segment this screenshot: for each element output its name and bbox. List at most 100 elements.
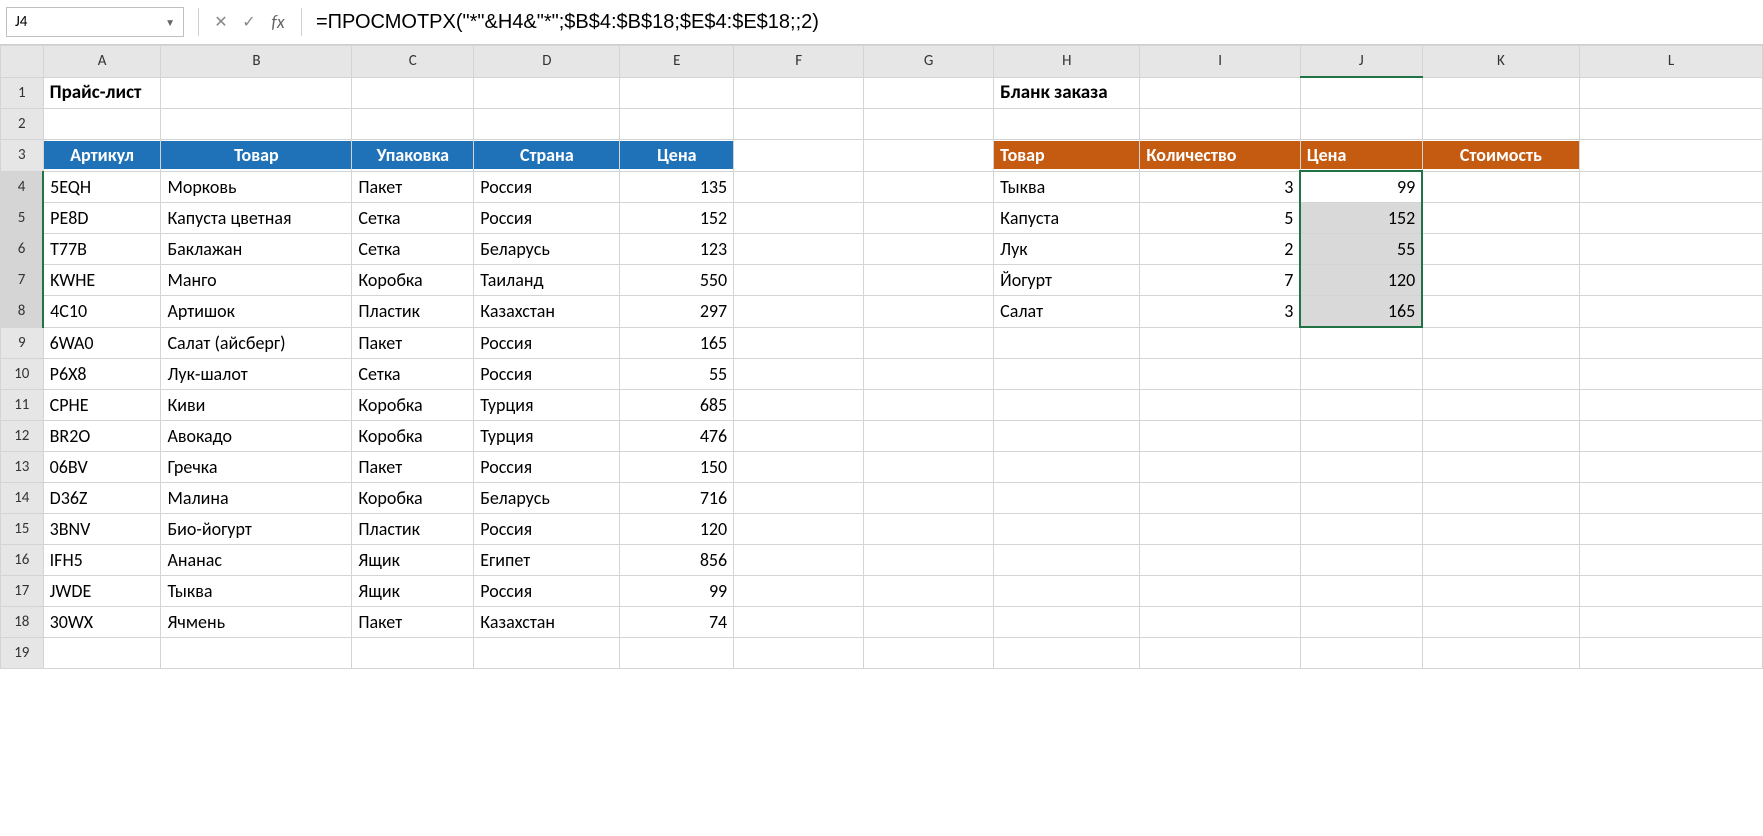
col-header-L[interactable]: L xyxy=(1580,46,1763,78)
cell-J9[interactable] xyxy=(1300,327,1422,359)
cell-E9[interactable]: 165 xyxy=(620,327,734,359)
cell-J14[interactable] xyxy=(1300,483,1422,514)
cancel-formula-button[interactable]: ✕ xyxy=(207,12,235,32)
cell-I1[interactable] xyxy=(1140,77,1300,109)
cell-E10[interactable]: 55 xyxy=(620,359,734,390)
cell-A17[interactable]: JWDE xyxy=(43,576,161,607)
cell-H15[interactable] xyxy=(994,514,1140,545)
cell-D4[interactable]: Россия xyxy=(474,171,620,203)
cell-I16[interactable] xyxy=(1140,545,1300,576)
cell-G6[interactable] xyxy=(864,234,994,265)
cell-F2[interactable] xyxy=(734,109,864,140)
cell-B19[interactable] xyxy=(161,638,352,669)
cell-E11[interactable]: 685 xyxy=(620,390,734,421)
cell-J2[interactable] xyxy=(1300,109,1422,140)
cell-C12[interactable]: Коробка xyxy=(352,421,474,452)
enter-formula-button[interactable]: ✓ xyxy=(235,12,263,32)
cell-F19[interactable] xyxy=(734,638,864,669)
cell-G11[interactable] xyxy=(864,390,994,421)
cell-C3[interactable]: Упаковка xyxy=(352,140,474,172)
cell-F18[interactable] xyxy=(734,607,864,638)
cell-J11[interactable] xyxy=(1300,390,1422,421)
cell-L19[interactable] xyxy=(1580,638,1763,669)
cell-D12[interactable]: Турция xyxy=(474,421,620,452)
cell-K4[interactable] xyxy=(1422,171,1579,203)
cell-G2[interactable] xyxy=(864,109,994,140)
cell-B4[interactable]: Морковь xyxy=(161,171,352,203)
cell-B12[interactable]: Авокадо xyxy=(161,421,352,452)
cell-E4[interactable]: 135 xyxy=(620,171,734,203)
cell-D2[interactable] xyxy=(474,109,620,140)
cell-J5[interactable]: 152 xyxy=(1300,203,1422,234)
cell-K10[interactable] xyxy=(1422,359,1579,390)
cell-L3[interactable] xyxy=(1580,140,1763,172)
row-header-6[interactable]: 6 xyxy=(1,234,44,265)
cell-F11[interactable] xyxy=(734,390,864,421)
cell-K1[interactable] xyxy=(1422,77,1579,109)
cell-H1[interactable]: Бланк заказа xyxy=(994,77,1140,109)
cell-E5[interactable]: 152 xyxy=(620,203,734,234)
cell-C17[interactable]: Ящик xyxy=(352,576,474,607)
cell-F10[interactable] xyxy=(734,359,864,390)
cell-I12[interactable] xyxy=(1140,421,1300,452)
cell-J15[interactable] xyxy=(1300,514,1422,545)
cell-K16[interactable] xyxy=(1422,545,1579,576)
cell-K11[interactable] xyxy=(1422,390,1579,421)
row-header-3[interactable]: 3 xyxy=(1,140,44,172)
cell-D3[interactable]: Страна xyxy=(474,140,620,172)
cell-G17[interactable] xyxy=(864,576,994,607)
cell-C5[interactable]: Сетка xyxy=(352,203,474,234)
cell-E19[interactable] xyxy=(620,638,734,669)
row-header-19[interactable]: 19 xyxy=(1,638,44,669)
row-header-8[interactable]: 8 xyxy=(1,296,44,328)
cell-A2[interactable] xyxy=(43,109,161,140)
cell-E1[interactable] xyxy=(620,77,734,109)
cell-H9[interactable] xyxy=(994,327,1140,359)
cell-K9[interactable] xyxy=(1422,327,1579,359)
cell-L4[interactable] xyxy=(1580,171,1763,203)
cell-E18[interactable]: 74 xyxy=(620,607,734,638)
cell-H12[interactable] xyxy=(994,421,1140,452)
cell-K17[interactable] xyxy=(1422,576,1579,607)
cell-A19[interactable] xyxy=(43,638,161,669)
cell-I19[interactable] xyxy=(1140,638,1300,669)
cell-A1[interactable]: Прайс-лист xyxy=(43,77,161,109)
cell-I13[interactable] xyxy=(1140,452,1300,483)
cell-B17[interactable]: Тыква xyxy=(161,576,352,607)
cell-D1[interactable] xyxy=(474,77,620,109)
cell-D17[interactable]: Россия xyxy=(474,576,620,607)
cell-A18[interactable]: 30WX xyxy=(43,607,161,638)
cell-H10[interactable] xyxy=(994,359,1140,390)
cell-I4[interactable]: 3 xyxy=(1140,171,1300,203)
row-header-10[interactable]: 10 xyxy=(1,359,44,390)
cell-B8[interactable]: Артишок xyxy=(161,296,352,328)
cell-F12[interactable] xyxy=(734,421,864,452)
row-header-18[interactable]: 18 xyxy=(1,607,44,638)
cell-C9[interactable]: Пакет xyxy=(352,327,474,359)
cell-H14[interactable] xyxy=(994,483,1140,514)
cell-G12[interactable] xyxy=(864,421,994,452)
row-header-9[interactable]: 9 xyxy=(1,327,44,359)
cell-K6[interactable] xyxy=(1422,234,1579,265)
cell-H18[interactable] xyxy=(994,607,1140,638)
cell-F16[interactable] xyxy=(734,545,864,576)
col-header-K[interactable]: K xyxy=(1422,46,1579,78)
cell-H7[interactable]: Йогурт xyxy=(994,265,1140,296)
cell-I10[interactable] xyxy=(1140,359,1300,390)
cell-C15[interactable]: Пластик xyxy=(352,514,474,545)
cell-I2[interactable] xyxy=(1140,109,1300,140)
cell-J6[interactable]: 55 xyxy=(1300,234,1422,265)
cell-K2[interactable] xyxy=(1422,109,1579,140)
cell-B2[interactable] xyxy=(161,109,352,140)
cell-L16[interactable] xyxy=(1580,545,1763,576)
cell-L1[interactable] xyxy=(1580,77,1763,109)
cell-L7[interactable] xyxy=(1580,265,1763,296)
cell-H17[interactable] xyxy=(994,576,1140,607)
cell-J18[interactable] xyxy=(1300,607,1422,638)
cell-F15[interactable] xyxy=(734,514,864,545)
cell-B7[interactable]: Манго xyxy=(161,265,352,296)
row-header-12[interactable]: 12 xyxy=(1,421,44,452)
cell-C14[interactable]: Коробка xyxy=(352,483,474,514)
cell-G9[interactable] xyxy=(864,327,994,359)
cell-H6[interactable]: Лук xyxy=(994,234,1140,265)
